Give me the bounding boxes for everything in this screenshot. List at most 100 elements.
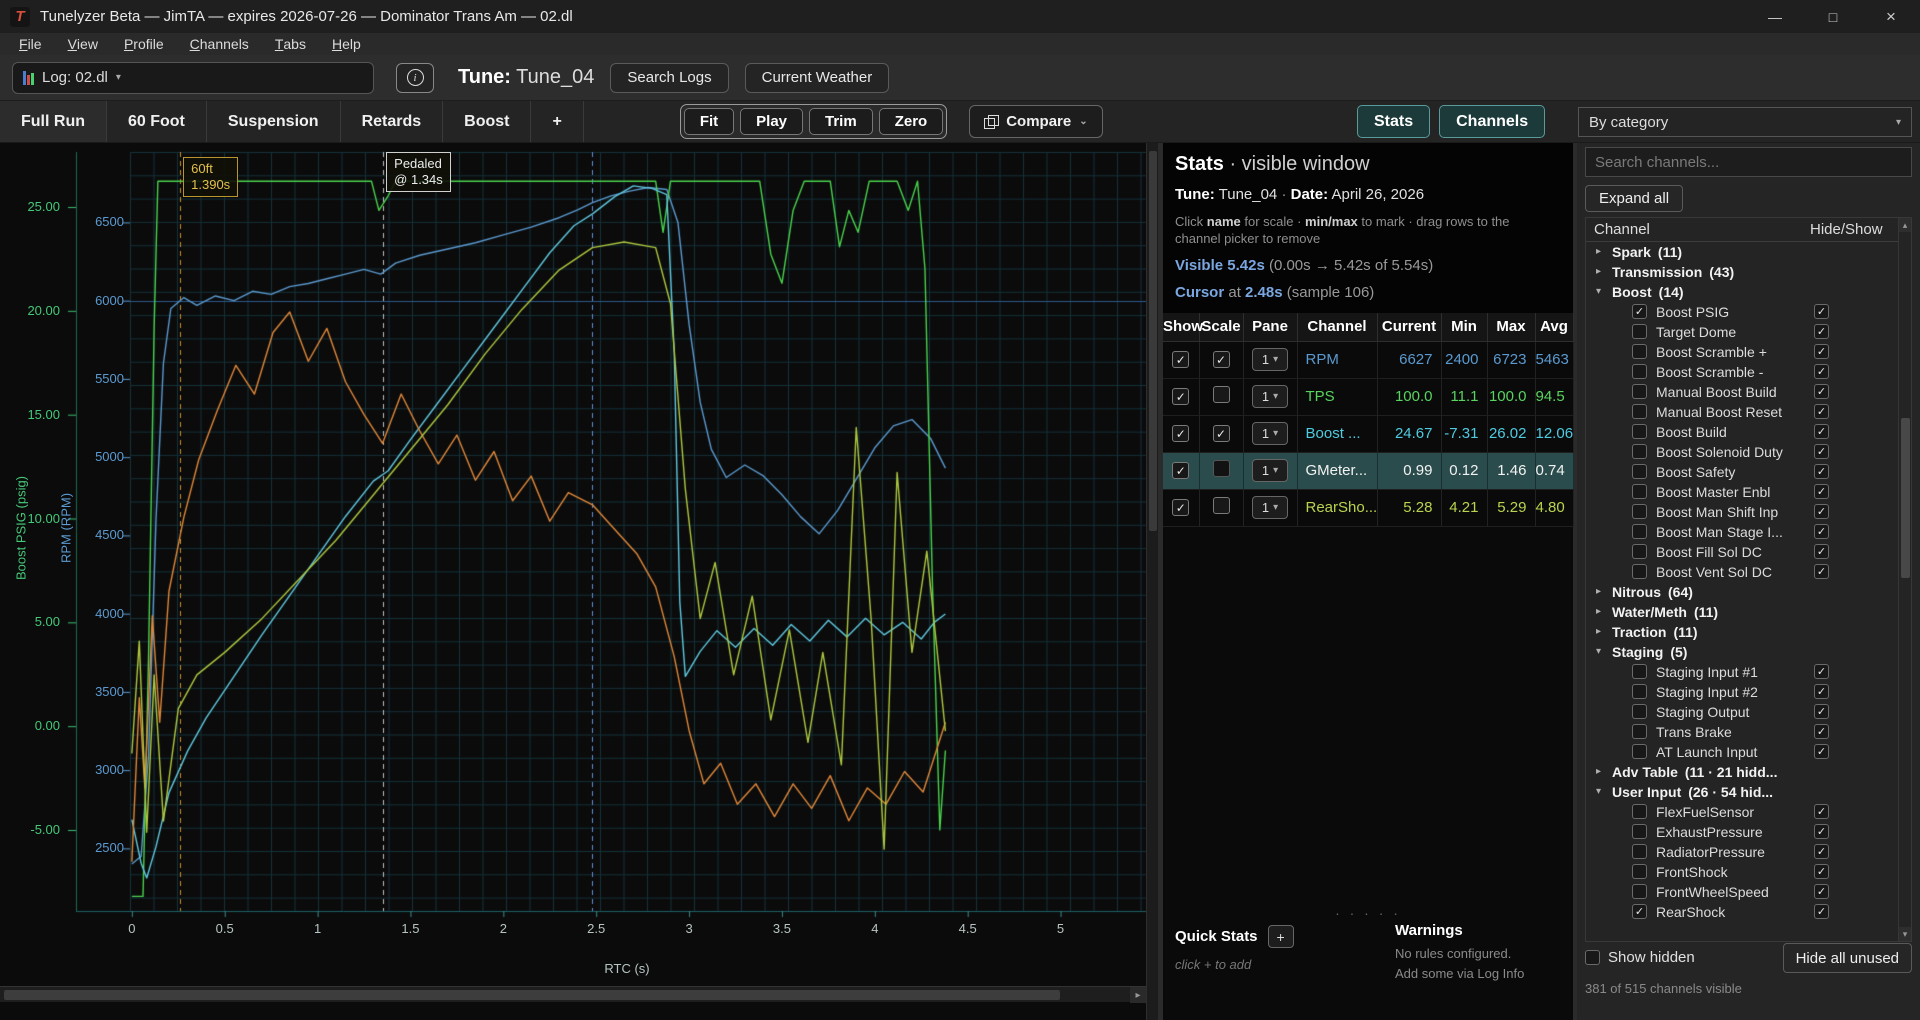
channel-visibility-checkbox[interactable]: ✓: [1814, 664, 1829, 679]
channel-visibility-checkbox[interactable]: ✓: [1814, 364, 1829, 379]
pane-select[interactable]: 1▾: [1252, 496, 1288, 519]
channel-plot-checkbox[interactable]: [1632, 404, 1647, 419]
channel-visibility-checkbox[interactable]: ✓: [1814, 844, 1829, 859]
channel-name-cell[interactable]: RearSho...: [1297, 489, 1377, 526]
channel-visibility-checkbox[interactable]: ✓: [1814, 504, 1829, 519]
tab-boost[interactable]: Boost: [443, 101, 531, 142]
channel-visibility-checkbox[interactable]: ✓: [1814, 804, 1829, 819]
chevron-collapsed-icon[interactable]: ▸: [1596, 626, 1601, 637]
channel-plot-checkbox[interactable]: [1632, 464, 1647, 479]
annotation-sixty-foot[interactable]: 60ft1.390s: [183, 157, 238, 197]
channel-visibility-checkbox[interactable]: ✓: [1814, 744, 1829, 759]
channel-row-boost-man-stage-i[interactable]: Boost Man Stage I...✓: [1586, 522, 1911, 542]
channel-row-boost-build[interactable]: Boost Build✓: [1586, 422, 1911, 442]
search-logs-button[interactable]: Search Logs: [610, 63, 728, 93]
channel-row-flexfuelsensor[interactable]: FlexFuelSensor✓: [1586, 802, 1911, 822]
scale-checkbox[interactable]: [1213, 497, 1230, 514]
current-cell[interactable]: 24.67: [1377, 415, 1441, 452]
stats-row-rpm[interactable]: ✓✓1▾RPM6627240067235463: [1163, 341, 1573, 378]
channel-plot-checkbox[interactable]: [1632, 864, 1647, 879]
category-row-spark[interactable]: ▸Spark(11): [1586, 242, 1911, 262]
scale-checkbox[interactable]: [1213, 460, 1230, 477]
menubar-item-view[interactable]: View: [55, 33, 111, 55]
minimize-button[interactable]: —: [1746, 0, 1804, 33]
channel-plot-checkbox[interactable]: ✓: [1632, 904, 1647, 919]
max-cell[interactable]: 6723: [1487, 341, 1535, 378]
chevron-collapsed-icon[interactable]: ▸: [1596, 246, 1601, 257]
search-channels-input[interactable]: [1585, 147, 1912, 177]
scale-checkbox[interactable]: [1213, 386, 1230, 403]
chart-horizontal-scrollbar[interactable]: ▸: [0, 986, 1146, 1002]
stats-row-boost[interactable]: ✓✓1▾Boost ...24.67-7.3126.0212.06: [1163, 415, 1573, 452]
channel-plot-checkbox[interactable]: [1632, 704, 1647, 719]
channel-plot-checkbox[interactable]: [1632, 444, 1647, 459]
channel-plot-checkbox[interactable]: [1632, 724, 1647, 739]
log-selector[interactable]: Log: 02.dl ▾: [12, 62, 374, 94]
close-button[interactable]: ×: [1862, 0, 1920, 33]
channel-visibility-checkbox[interactable]: ✓: [1814, 304, 1829, 319]
trim-button[interactable]: Trim: [809, 108, 873, 135]
channel-visibility-checkbox[interactable]: ✓: [1814, 404, 1829, 419]
channel-visibility-checkbox[interactable]: ✓: [1814, 384, 1829, 399]
expand-all-button[interactable]: Expand all: [1585, 185, 1683, 212]
channel-plot-checkbox[interactable]: [1632, 384, 1647, 399]
channel-plot-checkbox[interactable]: [1632, 664, 1647, 679]
category-row-transmission[interactable]: ▸Transmission(43): [1586, 262, 1911, 282]
chart-vertical-scrollbar[interactable]: [1146, 143, 1158, 1020]
channel-plot-checkbox[interactable]: [1632, 324, 1647, 339]
annotation-pedaled[interactable]: Pedaled@ 1.34s: [386, 152, 451, 192]
avg-cell[interactable]: 0.74: [1535, 452, 1573, 489]
channel-visibility-checkbox[interactable]: ✓: [1814, 324, 1829, 339]
menubar-item-help[interactable]: Help: [319, 33, 374, 55]
fit-button[interactable]: Fit: [684, 108, 734, 135]
chart-canvas[interactable]: [0, 143, 1146, 1020]
menubar-item-channels[interactable]: Channels: [177, 33, 262, 55]
channel-plot-checkbox[interactable]: [1632, 684, 1647, 699]
channel-row-frontwheelspeed[interactable]: FrontWheelSpeed✓: [1586, 882, 1911, 902]
current-weather-button[interactable]: Current Weather: [745, 63, 890, 93]
channel-plot-checkbox[interactable]: [1632, 504, 1647, 519]
channel-row-boost-scramble[interactable]: Boost Scramble -✓: [1586, 362, 1911, 382]
tab-60-foot[interactable]: 60 Foot: [107, 101, 207, 142]
max-cell[interactable]: 26.02: [1487, 415, 1535, 452]
channel-visibility-checkbox[interactable]: ✓: [1814, 904, 1829, 919]
channel-visibility-checkbox[interactable]: ✓: [1814, 824, 1829, 839]
stats-header-current[interactable]: Current: [1377, 313, 1441, 341]
quick-stats-add-button[interactable]: +: [1268, 925, 1294, 948]
channel-visibility-checkbox[interactable]: ✓: [1814, 564, 1829, 579]
channel-plot-checkbox[interactable]: [1632, 544, 1647, 559]
chevron-collapsed-icon[interactable]: ▸: [1596, 606, 1601, 617]
channel-visibility-checkbox[interactable]: ✓: [1814, 424, 1829, 439]
channel-row-at-launch-input[interactable]: AT Launch Input✓: [1586, 742, 1911, 762]
stats-header-avg[interactable]: Avg: [1535, 313, 1573, 341]
chevron-expanded-icon[interactable]: ▾: [1596, 286, 1601, 297]
play-button[interactable]: Play: [740, 108, 803, 135]
channel-plot-checkbox[interactable]: [1632, 744, 1647, 759]
avg-cell[interactable]: 12.06: [1535, 415, 1573, 452]
min-cell[interactable]: 4.21: [1441, 489, 1487, 526]
channels-toggle-button[interactable]: Channels: [1439, 105, 1545, 138]
channel-name-cell[interactable]: GMeter...: [1297, 452, 1377, 489]
menubar-item-profile[interactable]: Profile: [111, 33, 177, 55]
show-checkbox[interactable]: ✓: [1172, 499, 1189, 516]
avg-cell[interactable]: 5463: [1535, 341, 1573, 378]
pane-select[interactable]: 1▾: [1252, 348, 1288, 371]
stats-header-min[interactable]: Min: [1441, 313, 1487, 341]
category-row-adv-table[interactable]: ▸Adv Table(11 · 21 hidd...: [1586, 762, 1911, 782]
scale-checkbox[interactable]: ✓: [1213, 351, 1230, 368]
chevron-expanded-icon[interactable]: ▾: [1596, 646, 1601, 657]
stats-row-gmeter[interactable]: ✓1▾GMeter...0.990.121.460.74: [1163, 452, 1573, 489]
current-cell[interactable]: 0.99: [1377, 452, 1441, 489]
category-row-traction[interactable]: ▸Traction(11): [1586, 622, 1911, 642]
menubar-item-file[interactable]: File: [6, 33, 55, 55]
max-cell[interactable]: 5.29: [1487, 489, 1535, 526]
chevron-collapsed-icon[interactable]: ▸: [1596, 586, 1601, 597]
channel-plot-checkbox[interactable]: [1632, 364, 1647, 379]
channel-row-trans-brake[interactable]: Trans Brake✓: [1586, 722, 1911, 742]
pane-select[interactable]: 1▾: [1252, 459, 1288, 482]
scrollbar-thumb[interactable]: [1149, 151, 1157, 531]
show-checkbox[interactable]: ✓: [1172, 462, 1189, 479]
channel-plot-checkbox[interactable]: [1632, 424, 1647, 439]
category-select[interactable]: By category ▾: [1578, 107, 1912, 137]
channel-visibility-checkbox[interactable]: ✓: [1814, 684, 1829, 699]
